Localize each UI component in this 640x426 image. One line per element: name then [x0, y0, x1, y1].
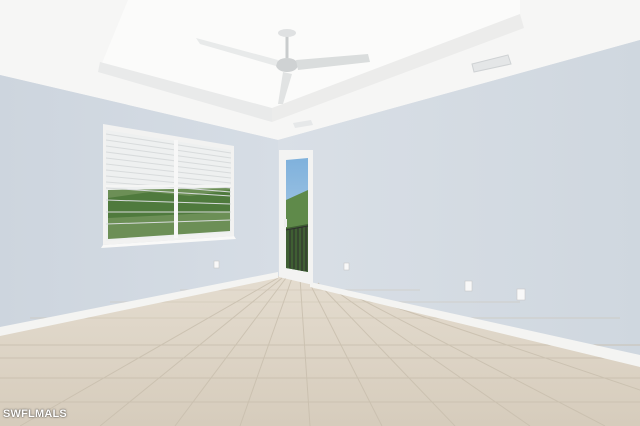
wall-outlet	[343, 262, 350, 271]
room-illustration	[0, 0, 640, 426]
room-photo: SWFLMALS	[0, 0, 640, 426]
door-handle	[284, 219, 287, 227]
wall-outlet	[213, 260, 220, 269]
wall-outlet	[464, 280, 473, 292]
wall-outlet	[516, 288, 526, 301]
watermark-text: SWFLMALS	[3, 408, 67, 420]
balcony-door	[279, 150, 313, 285]
